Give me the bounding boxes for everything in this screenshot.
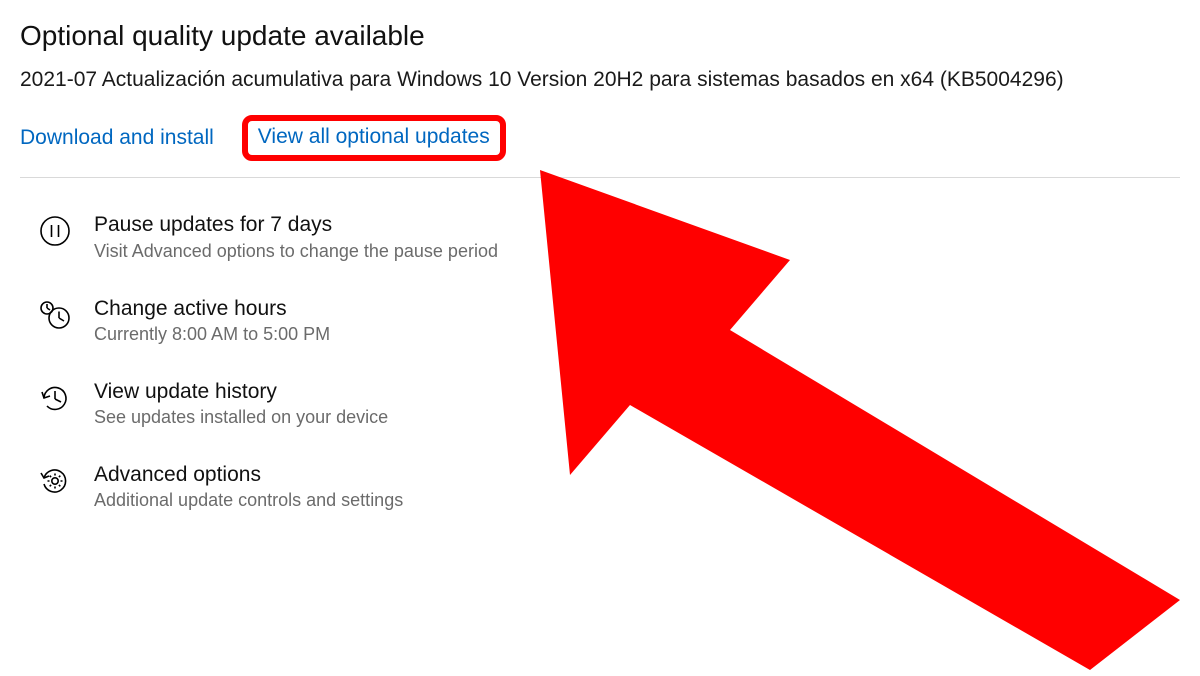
view-update-history-option[interactable]: View update history See updates installe… xyxy=(38,379,1180,428)
view-all-optional-updates-link[interactable]: View all optional updates xyxy=(258,125,490,148)
pause-updates-sub: Visit Advanced options to change the pau… xyxy=(94,241,498,262)
section-divider xyxy=(20,177,1180,178)
advanced-options-sub: Additional update controls and settings xyxy=(94,490,403,511)
download-install-link[interactable]: Download and install xyxy=(20,126,214,150)
pause-icon xyxy=(38,214,72,248)
view-update-history-sub: See updates installed on your device xyxy=(94,407,388,428)
active-hours-icon xyxy=(38,298,72,332)
page-title: Optional quality update available xyxy=(20,20,1180,52)
advanced-options-label: Advanced options xyxy=(94,462,403,488)
update-options-list: Pause updates for 7 days Visit Advanced … xyxy=(20,212,1180,511)
update-description: 2021-07 Actualización acumulativa para W… xyxy=(20,66,1180,93)
advanced-options-option[interactable]: Advanced options Additional update contr… xyxy=(38,462,1180,511)
highlight-annotation: View all optional updates xyxy=(242,115,506,161)
view-update-history-label: View update history xyxy=(94,379,388,405)
pause-updates-label: Pause updates for 7 days xyxy=(94,212,498,238)
change-active-hours-option[interactable]: Change active hours Currently 8:00 AM to… xyxy=(38,296,1180,345)
action-links: Download and install View all optional u… xyxy=(20,115,1180,161)
change-active-hours-sub: Currently 8:00 AM to 5:00 PM xyxy=(94,324,330,345)
history-icon xyxy=(38,381,72,415)
change-active-hours-label: Change active hours xyxy=(94,296,330,322)
advanced-options-icon xyxy=(38,464,72,498)
pause-updates-option[interactable]: Pause updates for 7 days Visit Advanced … xyxy=(38,212,1180,261)
